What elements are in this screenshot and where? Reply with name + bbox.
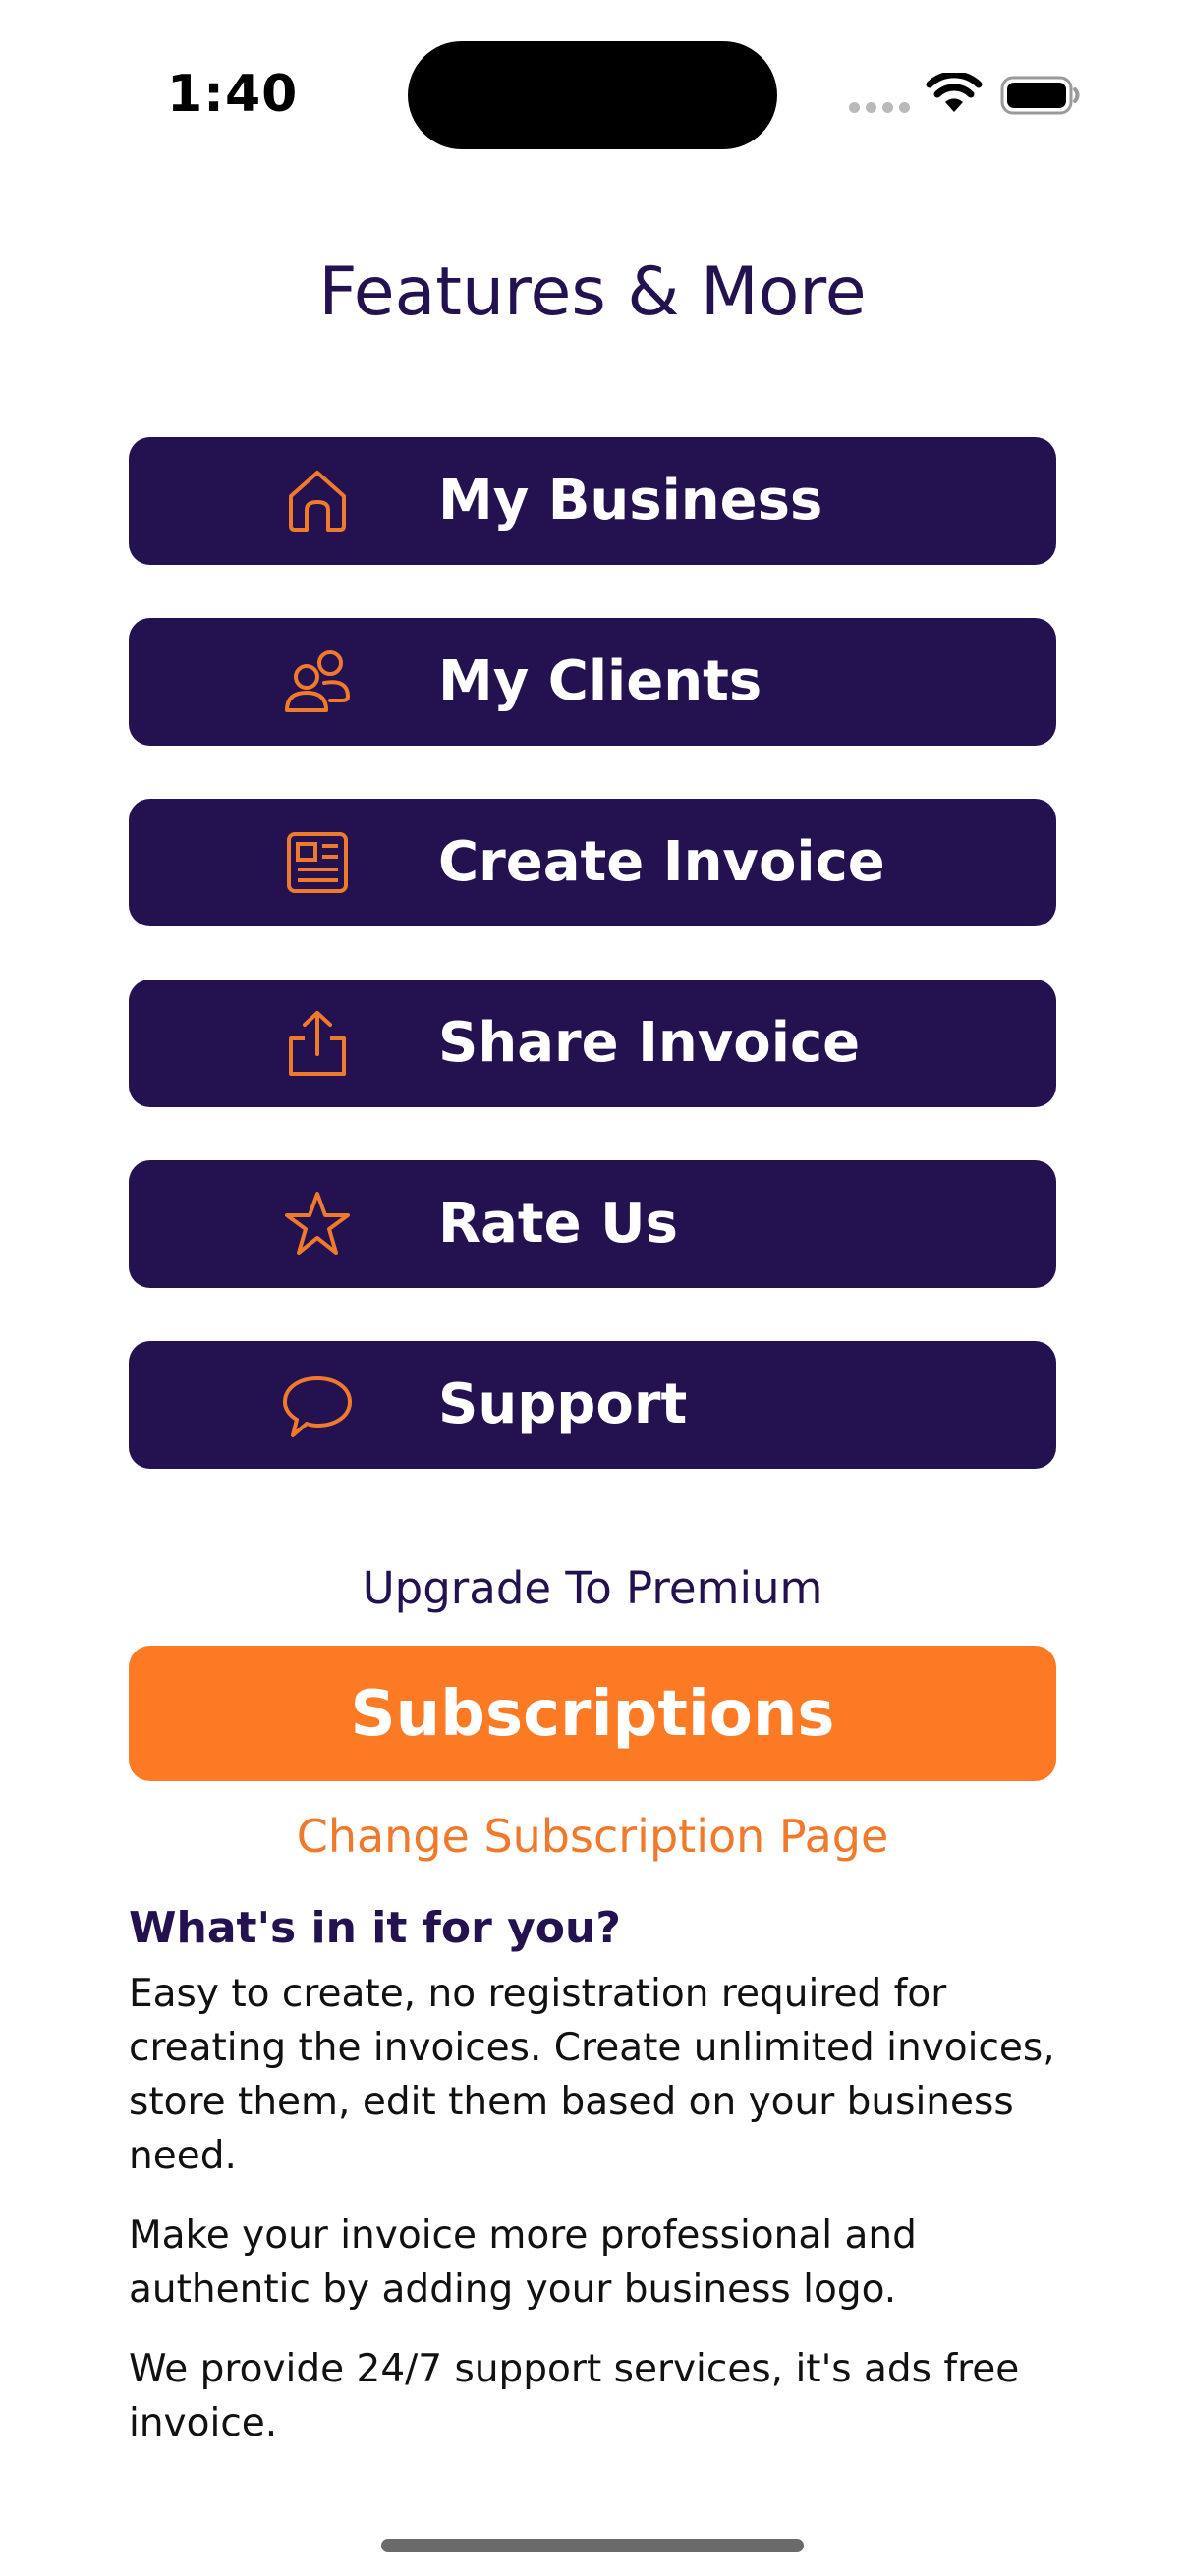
upgrade-text: Upgrade To Premium xyxy=(362,1562,823,1614)
support-label: Support xyxy=(438,1372,688,1436)
info-paragraph: Easy to create, no registration required… xyxy=(129,1972,1055,2178)
cellular-signal-icon xyxy=(849,102,910,113)
create-invoice-button[interactable]: Create Invoice xyxy=(129,799,1056,926)
star-icon xyxy=(285,1192,350,1255)
share-icon xyxy=(289,1011,346,1076)
my-business-label: My Business xyxy=(438,469,823,532)
rate-us-button[interactable]: Rate Us xyxy=(129,1160,1056,1288)
info-paragraph: Make your invoice more professional and … xyxy=(129,2213,917,2312)
share-invoice-label: Share Invoice xyxy=(438,1011,861,1075)
rate-us-label: Rate Us xyxy=(438,1192,678,1256)
feature-menu: My Business My Clients Create Invoice Sh… xyxy=(129,437,1056,1522)
battery-icon xyxy=(1000,76,1080,115)
chat-bubble-icon xyxy=(283,1376,352,1437)
invoice-icon xyxy=(287,832,348,893)
subscriptions-button[interactable]: Subscriptions xyxy=(129,1646,1056,1781)
home-indicator[interactable] xyxy=(381,2539,804,2552)
my-business-button[interactable]: My Business xyxy=(129,437,1056,565)
wifi-icon xyxy=(926,73,983,112)
dynamic-island xyxy=(408,41,777,149)
status-bar: 1:40 xyxy=(0,0,1185,196)
create-invoice-label: Create Invoice xyxy=(438,830,885,894)
users-icon xyxy=(285,650,351,712)
home-icon xyxy=(289,471,346,532)
share-invoice-button[interactable]: Share Invoice xyxy=(129,980,1056,1107)
status-time: 1:40 xyxy=(167,65,299,124)
my-clients-label: My Clients xyxy=(438,649,762,713)
support-button[interactable]: Support xyxy=(129,1341,1056,1469)
info-section: What's in it for you? Easy to create, no… xyxy=(129,1903,1056,2476)
info-heading: What's in it for you? xyxy=(129,1903,621,1953)
my-clients-button[interactable]: My Clients xyxy=(129,618,1056,746)
change-subscription-link[interactable]: Change Subscription Page xyxy=(0,1810,1185,1863)
page-title: Features & More xyxy=(318,253,867,331)
info-paragraph: We provide 24/7 support services, it's a… xyxy=(129,2347,1020,2445)
